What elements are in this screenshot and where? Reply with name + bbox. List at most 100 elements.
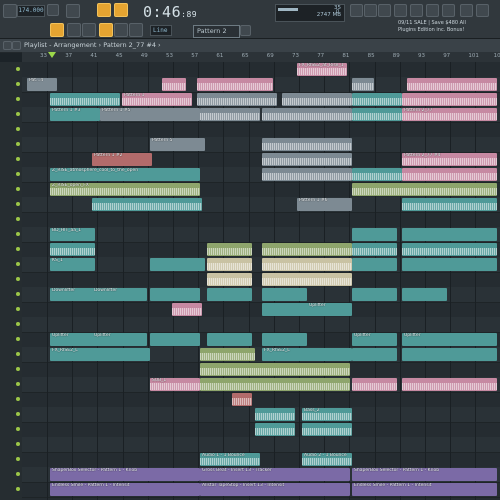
playlist-clip[interactable]	[162, 78, 186, 91]
playlist-clip[interactable]	[352, 93, 402, 106]
playlist-clip[interactable]	[352, 288, 397, 301]
playlist-clip[interactable]: Pattern 1 #6	[297, 198, 352, 211]
playlist-clip[interactable]	[262, 258, 352, 271]
playlist-clip[interactable]: Bass_2	[302, 408, 352, 421]
playlist-clip[interactable]	[262, 273, 352, 286]
plugin-picker-icon[interactable]	[426, 4, 439, 17]
playlist-clip[interactable]: Pattern 2_77 #4	[402, 153, 497, 166]
playlist-clip[interactable]	[402, 348, 497, 361]
playlist-clip[interactable]: Pattern 1 #2	[92, 153, 152, 166]
playlist-clip[interactable]	[200, 378, 350, 391]
playlist-clip[interactable]: ShaperBox Selector - Pattern 1 - Knob	[352, 468, 497, 481]
track-header[interactable]	[0, 197, 22, 212]
playlist-clip[interactable]: SUB_L	[150, 378, 200, 391]
playlist-clip[interactable]	[282, 93, 352, 106]
playlist-clip[interactable]: Downlifter	[50, 288, 95, 301]
playlist-clip[interactable]	[352, 258, 397, 271]
playlist-clip[interactable]	[207, 333, 252, 346]
playlist-clip[interactable]	[207, 243, 252, 256]
playlist-clip[interactable]	[262, 108, 352, 121]
playlist-clip[interactable]	[352, 378, 397, 391]
add-pattern-button[interactable]	[240, 25, 251, 36]
track-lane[interactable]	[22, 122, 500, 138]
playlist-clip[interactable]	[402, 93, 497, 106]
track-enable-led[interactable]	[16, 382, 20, 386]
playlist-clip[interactable]	[352, 228, 397, 241]
track-enable-led[interactable]	[16, 277, 20, 281]
track-enable-led[interactable]	[16, 427, 20, 431]
help-icon[interactable]	[442, 4, 455, 17]
playlist-clip[interactable]: Z_RISE_open_FX	[50, 183, 200, 196]
track-header[interactable]	[0, 257, 22, 272]
playlist-clip[interactable]	[402, 168, 497, 181]
record-button[interactable]	[97, 3, 111, 17]
track-header[interactable]	[0, 167, 22, 182]
playlist-clip[interactable]: Endless Smile - Pattern 1 - Intensit	[50, 483, 200, 496]
playlist-clip[interactable]	[262, 153, 352, 166]
playlist-clip[interactable]	[302, 423, 352, 436]
pattern-selector[interactable]: Pattern 2	[193, 25, 240, 38]
metronome-icon[interactable]	[114, 3, 128, 17]
playlist-clip[interactable]	[255, 408, 295, 421]
track-header[interactable]	[0, 317, 22, 332]
track-header[interactable]	[0, 437, 22, 452]
playlist-grid[interactable]: Pat...4 FX_RISE2_at_Rise_1 Pattern 1 Patter…	[22, 62, 500, 500]
track-header[interactable]	[0, 272, 22, 287]
track-lane[interactable]	[22, 317, 500, 333]
track-enable-led[interactable]	[16, 397, 20, 401]
track-enable-led[interactable]	[16, 322, 20, 326]
track-enable-led[interactable]	[16, 337, 20, 341]
piano-roll-icon[interactable]	[364, 4, 377, 17]
microphone-icon[interactable]	[460, 4, 473, 17]
playlist-clip[interactable]: Pat...4	[27, 78, 57, 91]
track-header[interactable]	[0, 92, 22, 107]
track-enable-led[interactable]	[16, 112, 20, 116]
track-header[interactable]	[0, 362, 22, 377]
track-lane[interactable]	[22, 272, 500, 288]
playlist-clip[interactable]	[352, 108, 402, 121]
playlist-clip[interactable]	[262, 333, 307, 346]
track-lane[interactable]	[22, 137, 500, 153]
playlist-clip[interactable]: FX_RISE2_L	[262, 348, 352, 361]
track-header[interactable]	[0, 482, 22, 497]
track-header[interactable]	[0, 332, 22, 347]
playlist-clip[interactable]	[50, 243, 95, 256]
track-lane[interactable]	[22, 437, 500, 453]
track-enable-led[interactable]	[16, 307, 20, 311]
playlist-clip[interactable]	[197, 93, 277, 106]
playlist-clip[interactable]	[352, 243, 397, 256]
playlist-clip[interactable]	[352, 348, 397, 361]
playlist-clip[interactable]: Pattern 1 #5	[100, 108, 200, 121]
tempo-display[interactable]: 174.000	[17, 5, 45, 17]
track-enable-led[interactable]	[16, 292, 20, 296]
playlist-clip[interactable]: Endless Smile - Pattern 1 - Intensit	[352, 483, 497, 496]
playlist-clip[interactable]: BD_HIT_aa_1	[50, 228, 95, 241]
track-enable-led[interactable]	[16, 142, 20, 146]
track-header[interactable]	[0, 182, 22, 197]
track-header[interactable]	[0, 107, 22, 122]
playlist-clip[interactable]: Audio 1 - 1 Bounce	[200, 453, 260, 466]
render-icon[interactable]	[476, 4, 489, 17]
snap-mode-select[interactable]: Line	[150, 25, 172, 36]
playlist-clip[interactable]: Z_RISE_atmosphere_cool_to_the_open	[50, 168, 200, 181]
track-enable-led[interactable]	[16, 457, 20, 461]
track-enable-led[interactable]	[16, 412, 20, 416]
track-lane[interactable]	[22, 62, 500, 78]
playlist-clip[interactable]	[232, 393, 252, 406]
track-enable-led[interactable]	[16, 202, 20, 206]
track-header[interactable]	[0, 77, 22, 92]
playlist-clip[interactable]	[402, 243, 497, 256]
playlist-clip[interactable]	[207, 288, 252, 301]
track-enable-led[interactable]	[16, 472, 20, 476]
track-enable-led[interactable]	[16, 367, 20, 371]
track-enable-led[interactable]	[16, 442, 20, 446]
playlist-clip[interactable]	[200, 363, 350, 376]
track-enable-led[interactable]	[16, 97, 20, 101]
track-enable-led[interactable]	[16, 247, 20, 251]
track-enable-led[interactable]	[16, 262, 20, 266]
track-header[interactable]	[0, 242, 22, 257]
playhead-marker[interactable]	[48, 52, 56, 58]
playlist-clip[interactable]: FX_RISE2_L	[50, 348, 150, 361]
track-enable-led[interactable]	[16, 82, 20, 86]
playlist-clip[interactable]	[402, 288, 447, 301]
